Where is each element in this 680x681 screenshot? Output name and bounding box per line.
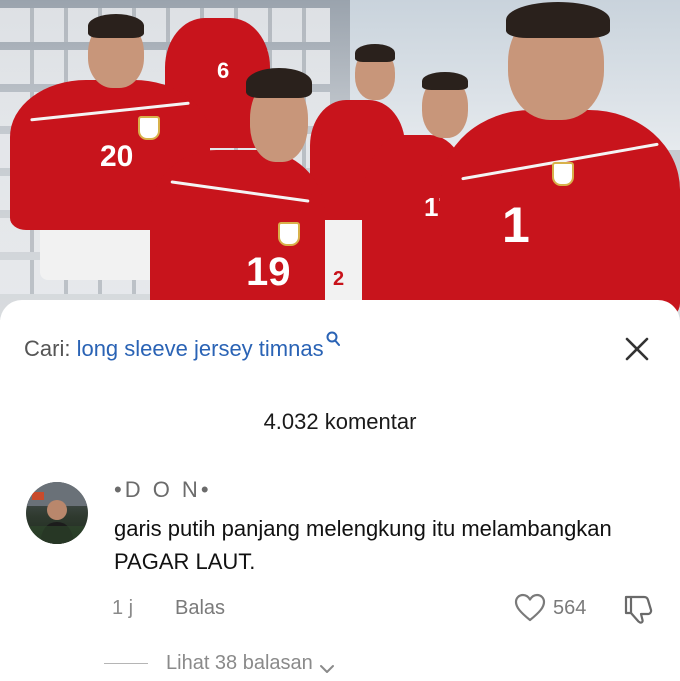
- comment-username[interactable]: •D O N•: [114, 477, 212, 503]
- jersey-number: 2: [333, 268, 345, 290]
- view-replies-button[interactable]: Lihat 38 balasan: [104, 652, 335, 675]
- avatar[interactable]: [26, 482, 88, 544]
- search-query-link[interactable]: long sleeve jersey timnas: [77, 336, 324, 361]
- jersey-number: 20: [100, 140, 134, 173]
- close-icon[interactable]: [620, 332, 654, 366]
- like-count: 564: [553, 597, 587, 619]
- search-suggestion[interactable]: Cari: long sleeve jersey timnas: [24, 331, 340, 362]
- jersey-number: 1: [502, 197, 530, 253]
- post-photo: 6 20 2 17 19 1: [0, 0, 680, 320]
- search-icon: [326, 331, 340, 351]
- comment-text: garis putih panjang melengkung itu melam…: [114, 516, 612, 574]
- heart-icon[interactable]: [514, 593, 546, 623]
- view-replies-label: Lihat 38 balasan: [166, 652, 313, 674]
- jersey-number: 19: [246, 250, 291, 294]
- comment-count: 4.032 komentar: [263, 409, 417, 434]
- divider: [104, 663, 148, 664]
- comment-time: 1 j: [112, 597, 134, 619]
- jersey-number: 6: [217, 58, 230, 83]
- reply-button[interactable]: Balas: [175, 597, 225, 620]
- chevron-down-icon: [319, 658, 335, 673]
- dislike-icon[interactable]: [622, 593, 656, 625]
- comments-sheet: Cari: long sleeve jersey timnas 4.032 ko…: [0, 300, 680, 680]
- search-prefix: Cari:: [24, 336, 71, 361]
